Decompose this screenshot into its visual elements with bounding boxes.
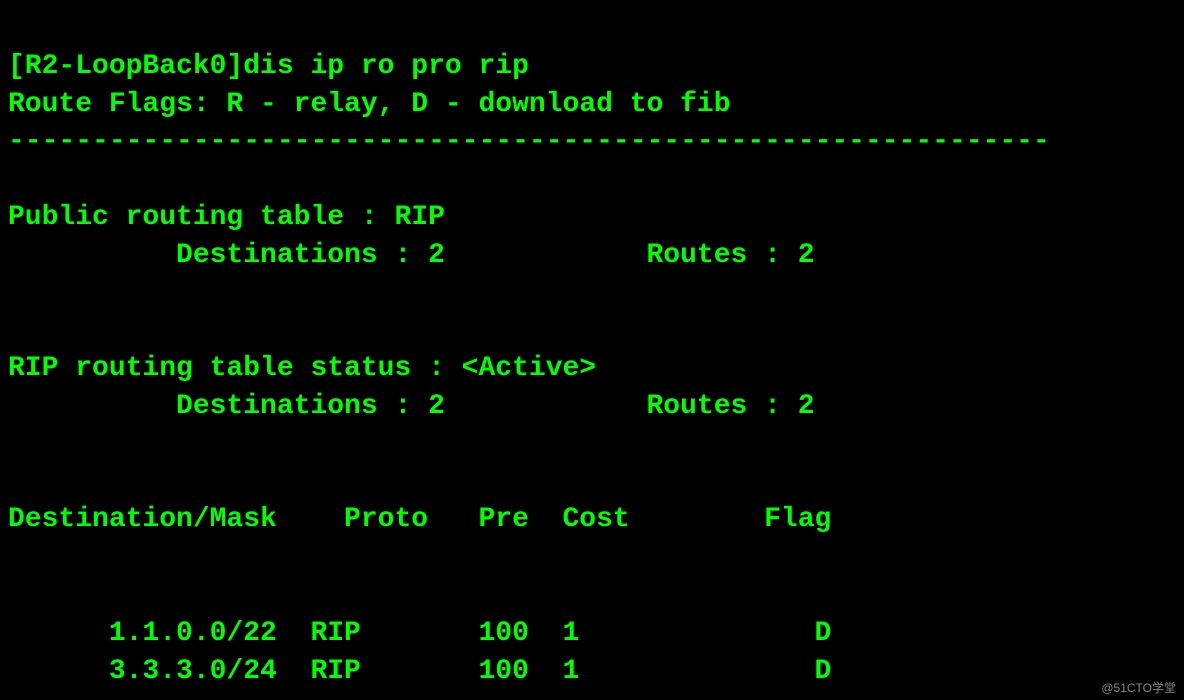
terminal-line-15: 1.1.0.0/22 RIP 100 1 D	[8, 615, 1176, 653]
terminal-line-16: 3.3.3.0/24 RIP 100 1 D	[8, 653, 1176, 691]
terminal-line-3	[8, 161, 1176, 199]
terminal-output: [R2-LoopBack0]dis ip ro pro ripRoute Fla…	[0, 0, 1184, 700]
terminal-line-4: Public routing table : RIP	[8, 199, 1176, 237]
terminal-line-14	[8, 577, 1176, 615]
terminal-line-6	[8, 275, 1176, 313]
terminal-line-10	[8, 426, 1176, 464]
terminal-line-8: RIP routing table status : <Active>	[8, 350, 1176, 388]
terminal-line-12: Destination/Mask Proto Pre Cost Flag	[8, 501, 1176, 539]
terminal-line-5: Destinations : 2 Routes : 2	[8, 237, 1176, 275]
terminal-line-0: [R2-LoopBack0]dis ip ro pro rip	[8, 48, 1176, 86]
watermark: @51CTO学堂	[1101, 680, 1176, 696]
terminal-line-7	[8, 312, 1176, 350]
terminal-line-2: ----------------------------------------…	[8, 123, 1176, 161]
terminal-line-9: Destinations : 2 Routes : 2	[8, 388, 1176, 426]
terminal-line-13	[8, 539, 1176, 577]
terminal-line-11	[8, 464, 1176, 502]
terminal-line-1: Route Flags: R - relay, D - download to …	[8, 86, 1176, 124]
